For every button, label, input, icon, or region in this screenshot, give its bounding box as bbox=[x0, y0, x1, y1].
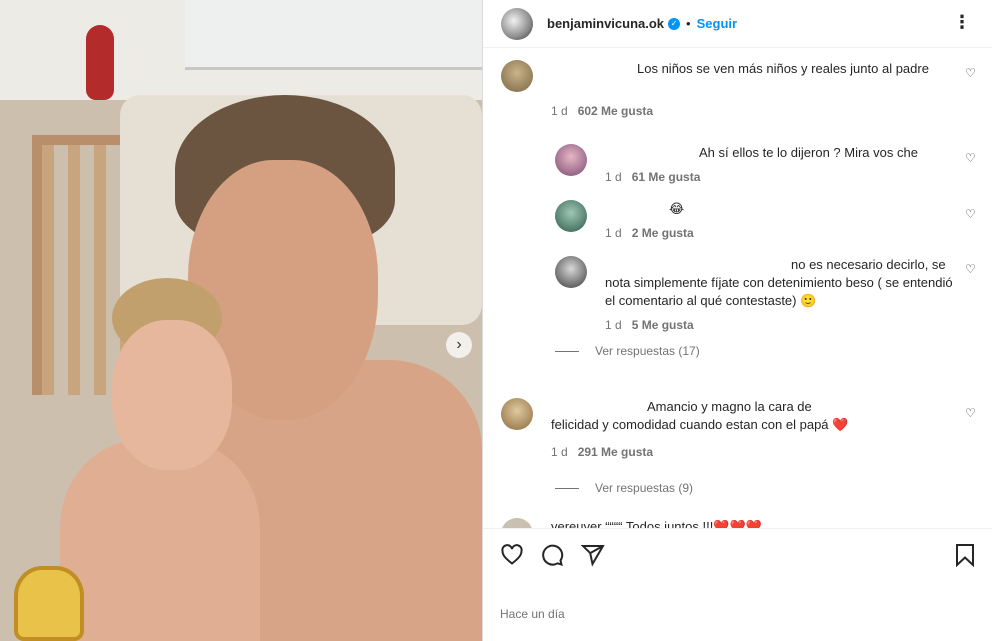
save-bookmark-icon[interactable] bbox=[951, 541, 979, 569]
commenter-avatar[interactable] bbox=[501, 60, 533, 92]
more-options-icon[interactable]: ⋮ bbox=[953, 12, 972, 33]
like-comment-heart-icon[interactable]: ♡ bbox=[965, 207, 976, 221]
comment-text: Los niños se ven más niños y reales junt… bbox=[637, 61, 929, 76]
author-avatar[interactable] bbox=[501, 7, 533, 40]
photo-vase bbox=[86, 25, 114, 100]
like-comment-heart-icon[interactable]: ♡ bbox=[965, 151, 976, 165]
comment-likes[interactable]: 2 Me gusta bbox=[632, 226, 694, 240]
replies-line bbox=[555, 487, 579, 489]
post-header: benjaminvicuna.ok ✓ • Seguir ⋮ bbox=[483, 0, 992, 48]
commenter-avatar[interactable] bbox=[501, 518, 533, 528]
commenter-avatar[interactable] bbox=[501, 398, 533, 430]
comment-likes[interactable]: 291 Me gusta bbox=[578, 445, 653, 459]
like-comment-heart-icon[interactable]: ♡ bbox=[965, 66, 976, 80]
view-replies-label: Ver respuestas (9) bbox=[595, 481, 694, 495]
follow-button[interactable]: Seguir bbox=[697, 16, 737, 31]
commenter-avatar[interactable] bbox=[555, 144, 587, 176]
photo-cup bbox=[14, 566, 84, 641]
comment-text: 😂 bbox=[669, 201, 685, 216]
carousel-next-button[interactable]: › bbox=[446, 332, 472, 358]
comment-text: Amancio y magno la cara de felicidad y c… bbox=[551, 399, 849, 432]
comment-partial: vereuyer ““““ Todos juntos !!!❤️❤️❤️ bbox=[501, 518, 961, 528]
photo-kid-face bbox=[112, 320, 232, 470]
comment-likes[interactable]: 602 Me gusta bbox=[578, 104, 653, 118]
post-side-panel: benjaminvicuna.ok ✓ • Seguir ⋮ Los niños… bbox=[482, 0, 992, 641]
like-heart-icon[interactable] bbox=[498, 541, 526, 569]
commenter-avatar[interactable] bbox=[555, 200, 587, 232]
photo-kid-body bbox=[60, 440, 260, 641]
comment-time: 1 d bbox=[605, 170, 622, 184]
comment-text: no es necesario decirlo, se nota simplem… bbox=[605, 257, 953, 308]
comment-bubble-icon[interactable] bbox=[538, 541, 566, 569]
comment-meta: 1 d 2 Me gusta bbox=[605, 226, 694, 240]
chevron-right-icon: › bbox=[456, 336, 462, 353]
comment-meta: 1 d 291 Me gusta bbox=[551, 445, 653, 459]
comment-time: 1 d bbox=[605, 318, 622, 332]
like-comment-heart-icon[interactable]: ♡ bbox=[965, 406, 976, 420]
author-username[interactable]: benjaminvicuna.ok bbox=[547, 16, 664, 31]
comment-time: 1 d bbox=[551, 445, 568, 459]
post-actions-bar: Hace un día bbox=[483, 528, 992, 641]
post-timestamp: Hace un día bbox=[500, 607, 565, 621]
view-replies-button[interactable]: Ver respuestas (17) bbox=[555, 344, 700, 358]
view-replies-button[interactable]: Ver respuestas (9) bbox=[555, 481, 693, 495]
comment-meta: 1 d 61 Me gusta bbox=[605, 170, 700, 184]
view-replies-label: Ver respuestas (17) bbox=[595, 344, 700, 358]
share-paper-plane-icon[interactable] bbox=[579, 541, 607, 569]
post-photo[interactable]: › bbox=[0, 0, 482, 641]
comment-meta: 1 d 602 Me gusta bbox=[551, 104, 653, 118]
comment-time: 1 d bbox=[551, 104, 568, 118]
comment-likes[interactable]: 61 Me gusta bbox=[632, 170, 701, 184]
comment-text: vereuyer ““““ Todos juntos !!!❤️❤️❤️ bbox=[551, 519, 762, 528]
comment-text: Ah sí ellos te lo dijeron ? Mira vos che bbox=[699, 145, 918, 160]
comment-time: 1 d bbox=[605, 226, 622, 240]
comments-list[interactable]: Los niños se ven más niños y reales junt… bbox=[483, 48, 992, 528]
comment-likes[interactable]: 5 Me gusta bbox=[632, 318, 694, 332]
commenter-avatar[interactable] bbox=[555, 256, 587, 288]
verified-badge-icon: ✓ bbox=[668, 17, 681, 30]
like-comment-heart-icon[interactable]: ♡ bbox=[965, 262, 976, 276]
header-separator: • bbox=[686, 16, 691, 31]
replies-line bbox=[555, 350, 579, 352]
photo-window bbox=[185, 0, 482, 70]
comment-meta: 1 d 5 Me gusta bbox=[605, 318, 694, 332]
